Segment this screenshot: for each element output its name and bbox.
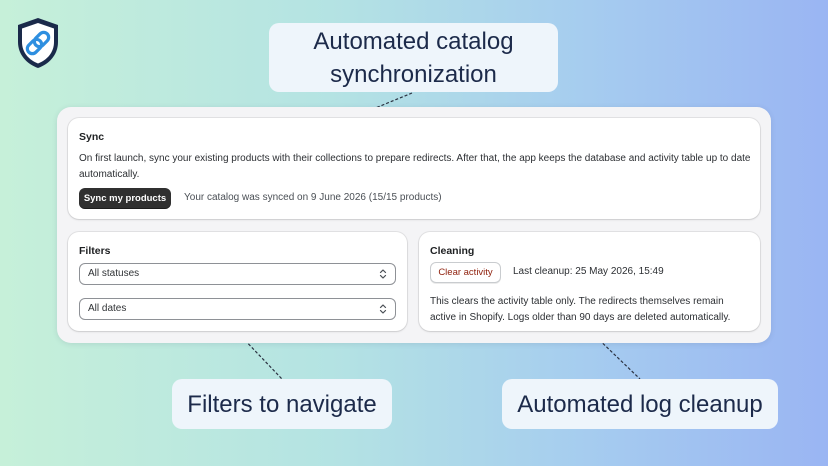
select-chevron-icon xyxy=(379,269,387,279)
status-filter-value: All statuses xyxy=(88,268,140,279)
last-cleanup-text: Last cleanup: 25 May 2026, 15:49 xyxy=(513,266,664,277)
status-filter-select[interactable]: All statuses xyxy=(79,263,396,285)
sync-card: Sync On first launch, sync your existing… xyxy=(68,118,760,219)
cleaning-card: Cleaning Clear activity Last cleanup: 25… xyxy=(419,232,760,331)
app-window: Sync On first launch, sync your existing… xyxy=(57,107,771,343)
date-filter-select[interactable]: All dates xyxy=(79,298,396,320)
shield-link-icon xyxy=(18,18,58,68)
cleaning-title: Cleaning xyxy=(430,245,475,257)
filters-title: Filters xyxy=(79,245,111,257)
clear-activity-button[interactable]: Clear activity xyxy=(430,262,501,283)
callout-filters: Filters to navigate xyxy=(172,379,392,429)
callout-sync: Automated catalog synchronization xyxy=(269,23,558,92)
sync-title: Sync xyxy=(79,131,105,143)
sync-products-button[interactable]: Sync my products xyxy=(79,188,171,209)
filters-card: Filters All statuses All dates xyxy=(68,232,407,331)
select-chevron-icon xyxy=(379,304,387,314)
sync-status-text: Your catalog was synced on 9 June 2026 (… xyxy=(184,192,442,203)
date-filter-value: All dates xyxy=(88,303,127,314)
callout-cleanup: Automated log cleanup xyxy=(502,379,778,429)
sync-description: On first launch, sync your existing prod… xyxy=(79,153,751,180)
cleaning-description: This clears the activity table only. The… xyxy=(430,296,731,323)
